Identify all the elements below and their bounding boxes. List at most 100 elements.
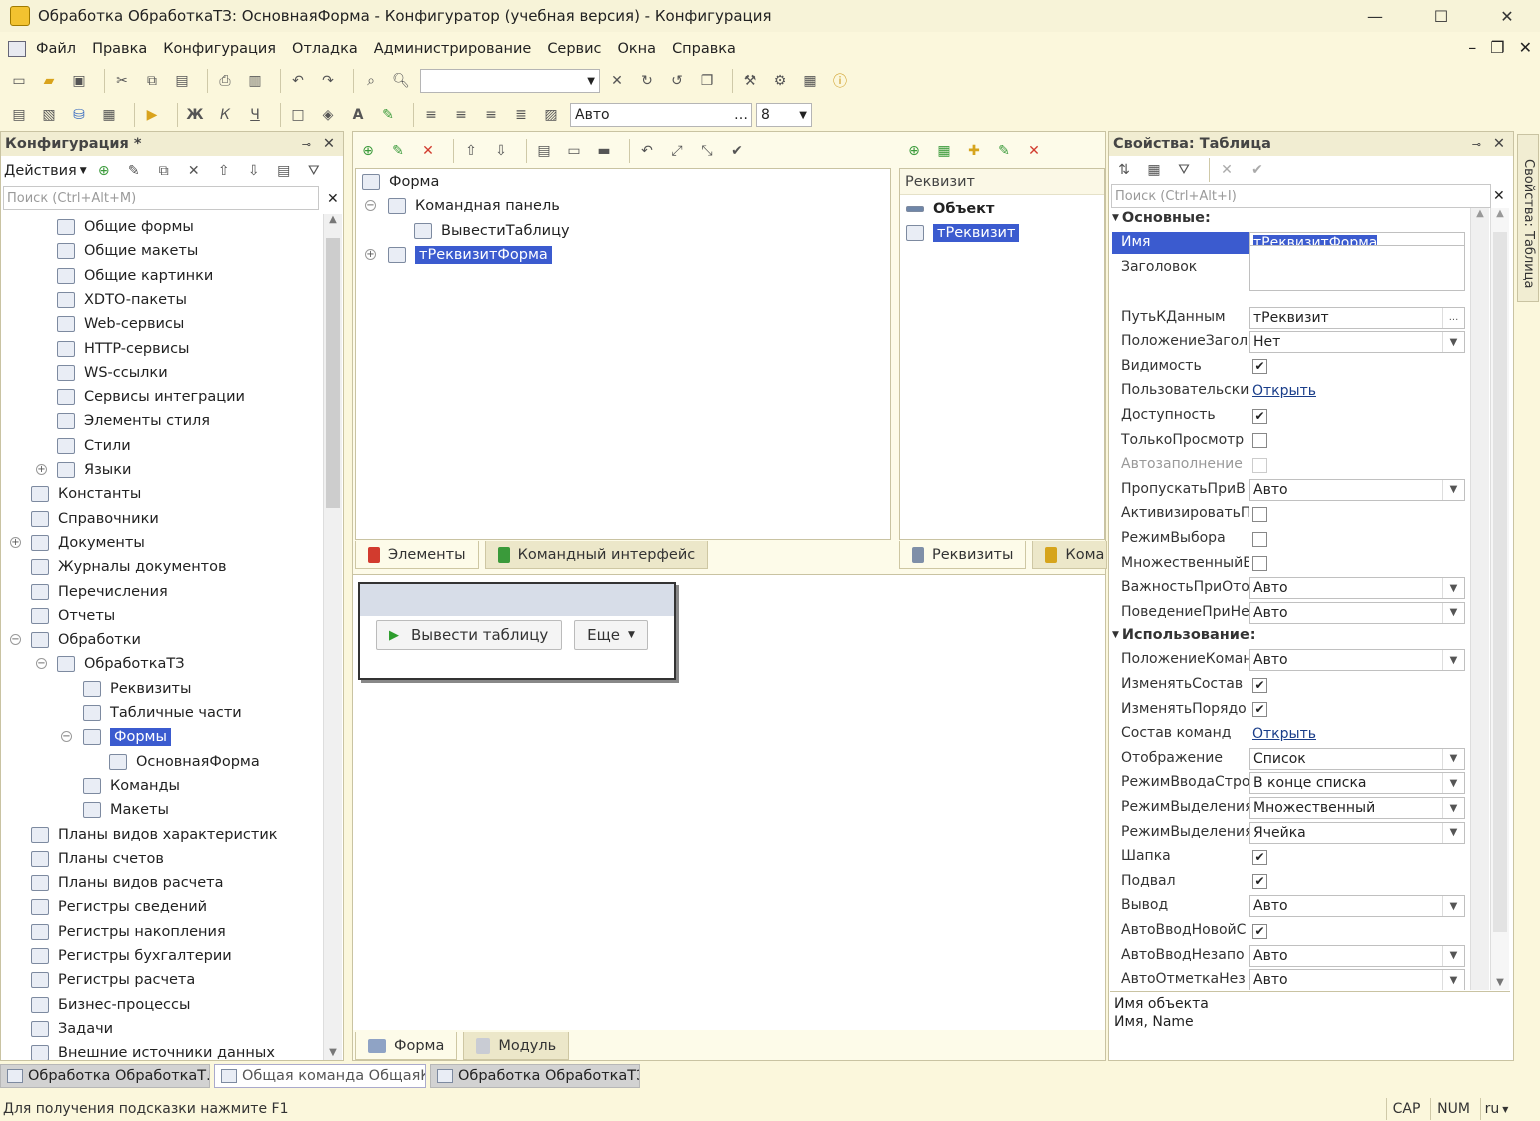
windows-icon[interactable]: ❐	[696, 70, 718, 92]
tab-commands[interactable]: Кома	[1032, 541, 1108, 569]
align-left-icon[interactable]: ≡	[420, 104, 442, 126]
grid-icon[interactable]: ▤	[8, 104, 30, 126]
element-tree-item[interactable]: Командная панель	[388, 194, 560, 218]
find-prev-icon[interactable]: ↺	[666, 70, 688, 92]
add-column-icon[interactable]: ▦	[933, 140, 955, 162]
more-button[interactable]: Еще ▼	[574, 620, 648, 650]
element-tree-item[interactable]: ВывестиТаблицу	[414, 219, 570, 243]
config-tree-item[interactable]: Журналы документов	[31, 555, 227, 579]
property-checkbox[interactable]: ✔	[1252, 677, 1267, 693]
element-tree-item[interactable]: тРеквизитФорма	[388, 243, 552, 267]
add-icon[interactable]: ⊕	[357, 140, 379, 162]
align-center-icon[interactable]: ≡	[450, 104, 472, 126]
configuration-search-input[interactable]: Поиск (Ctrl+Alt+M)	[3, 186, 319, 210]
config-tree-item[interactable]: Регистры сведений	[31, 895, 207, 919]
close-icon[interactable]: ✕	[323, 136, 335, 152]
edit-icon[interactable]: ✎	[993, 140, 1015, 162]
expand-icon[interactable]: ⤡	[696, 140, 718, 162]
layout-icon[interactable]: ▭	[563, 140, 585, 162]
add-group-icon[interactable]: ▤	[533, 140, 555, 162]
property-select[interactable]: Авто ▼	[1249, 478, 1465, 501]
config-tree-item[interactable]: Табличные части	[83, 701, 242, 725]
chevron-down-icon[interactable]: ▼	[1442, 479, 1464, 500]
config-tree-item[interactable]: Web-сервисы	[57, 312, 184, 336]
config-tree-item[interactable]: Регистры расчета	[31, 968, 195, 992]
pin-icon[interactable]: ⊸	[302, 138, 311, 151]
property-checkbox[interactable]	[1252, 531, 1267, 547]
chevron-down-icon[interactable]: ▼	[1442, 748, 1464, 769]
underline-icon[interactable]: Ч	[244, 104, 266, 126]
menu-configuration[interactable]: Конфигурация	[163, 41, 276, 57]
config-tree-item[interactable]: Планы видов характеристик	[31, 823, 278, 847]
search-icon[interactable]: 🔍︎	[390, 70, 412, 92]
scroll-up-icon[interactable]: ▲	[1491, 208, 1509, 219]
config-tree-item[interactable]: Обработки	[31, 628, 141, 652]
language-indicator[interactable]: ru ▼	[1480, 1098, 1512, 1120]
config-tree-item[interactable]: Константы	[31, 482, 141, 506]
property-checkbox[interactable]	[1252, 506, 1267, 522]
align-right-icon[interactable]: ≡	[480, 104, 502, 126]
menu-help[interactable]: Справка	[672, 41, 736, 57]
config-tree-item[interactable]: Формы	[83, 725, 171, 749]
clear-search-icon[interactable]: ✕	[327, 191, 339, 207]
clear-search-icon[interactable]: ✕	[1493, 188, 1505, 204]
config-tree-item[interactable]: Макеты	[83, 798, 169, 822]
delete-icon[interactable]: ✕	[1023, 140, 1045, 162]
config-tree-item[interactable]: Планы видов расчета	[31, 871, 224, 895]
properties-search-input[interactable]: Поиск (Ctrl+Alt+I)	[1111, 184, 1491, 208]
config-tree-item[interactable]: Языки	[57, 458, 131, 482]
chevron-down-icon[interactable]: ▼	[587, 76, 595, 87]
property-select[interactable]: В конце списка ▼	[1249, 772, 1465, 795]
config-tree-item[interactable]: XDTO-пакеты	[57, 288, 187, 312]
scroll-up-icon[interactable]: ▲	[1471, 208, 1489, 219]
edit-icon[interactable]: ✎	[123, 160, 145, 182]
properties-scrollbar[interactable]: ▲	[1470, 208, 1489, 990]
property-select[interactable]: Множественный ▼	[1249, 797, 1465, 819]
config-tree-item[interactable]: Стили	[57, 434, 131, 458]
italic-icon[interactable]: К	[214, 104, 236, 126]
config-tree-item[interactable]: Регистры накопления	[31, 920, 226, 944]
configuration-scrollbar[interactable]: ▲ ▼	[323, 214, 342, 1060]
search-combo[interactable]: ▼	[420, 69, 600, 93]
print-preview-icon[interactable]: ▥	[244, 70, 266, 92]
filter-icon[interactable]: ⛛	[1173, 159, 1195, 181]
property-select[interactable]: Авто ▼	[1249, 601, 1465, 624]
apply-icon[interactable]: ✔	[1246, 159, 1268, 181]
tree-expander-icon[interactable]: −	[61, 731, 72, 743]
clear-search-icon[interactable]: ✕	[606, 70, 628, 92]
cancel-icon[interactable]: ✕	[1216, 159, 1238, 181]
config-tree-item[interactable]: Планы счетов	[31, 847, 164, 871]
config-tree-item[interactable]: Регистры бухгалтерии	[31, 944, 232, 968]
config-tree-item[interactable]: Общие макеты	[57, 239, 198, 263]
copy-icon[interactable]: ⧉	[141, 70, 163, 92]
window-tab[interactable]: Обработка ОбработкаТ...	[0, 1064, 210, 1088]
property-select[interactable]: Список ▼	[1249, 747, 1465, 770]
actions-menu[interactable]: Действия	[4, 163, 77, 179]
add-icon[interactable]: ⊕	[93, 160, 115, 182]
paste-icon[interactable]: ▤	[171, 70, 193, 92]
undo-icon[interactable]: ↶	[287, 70, 309, 92]
edit-icon[interactable]: ✎	[387, 140, 409, 162]
filter-icon[interactable]: ⛛	[303, 160, 325, 182]
tree-expander-icon[interactable]: +	[365, 248, 376, 260]
scroll-up-icon[interactable]: ▲	[324, 214, 342, 225]
menu-windows[interactable]: Окна	[618, 41, 657, 57]
sort-icon[interactable]: ▤	[273, 160, 295, 182]
property-checkbox[interactable]: ✔	[1252, 359, 1267, 375]
move-down-icon[interactable]: ⇩	[243, 160, 265, 182]
tab-form[interactable]: Форма	[355, 1032, 458, 1060]
border-icon[interactable]: □	[287, 104, 309, 126]
scroll-down-icon[interactable]: ▼	[324, 1047, 342, 1058]
property-select[interactable]: Авто ▼	[1249, 649, 1465, 672]
cut-icon[interactable]: ✂	[111, 70, 133, 92]
tree-expander-icon[interactable]: +	[36, 464, 47, 475]
chevron-down-icon[interactable]: ▼	[1442, 822, 1464, 843]
property-textarea[interactable]	[1249, 244, 1465, 291]
tab-command-interface[interactable]: Командный интерфейс	[484, 541, 709, 569]
config-tree-item[interactable]: Общие формы	[57, 215, 194, 239]
categories-icon[interactable]: ▦	[1143, 159, 1165, 181]
menu-administration[interactable]: Администрирование	[374, 41, 532, 57]
property-checkbox[interactable]	[1252, 556, 1267, 572]
element-tree-item[interactable]: Форма	[362, 170, 439, 194]
config-tree-item[interactable]: Элементы стиля	[57, 409, 210, 433]
